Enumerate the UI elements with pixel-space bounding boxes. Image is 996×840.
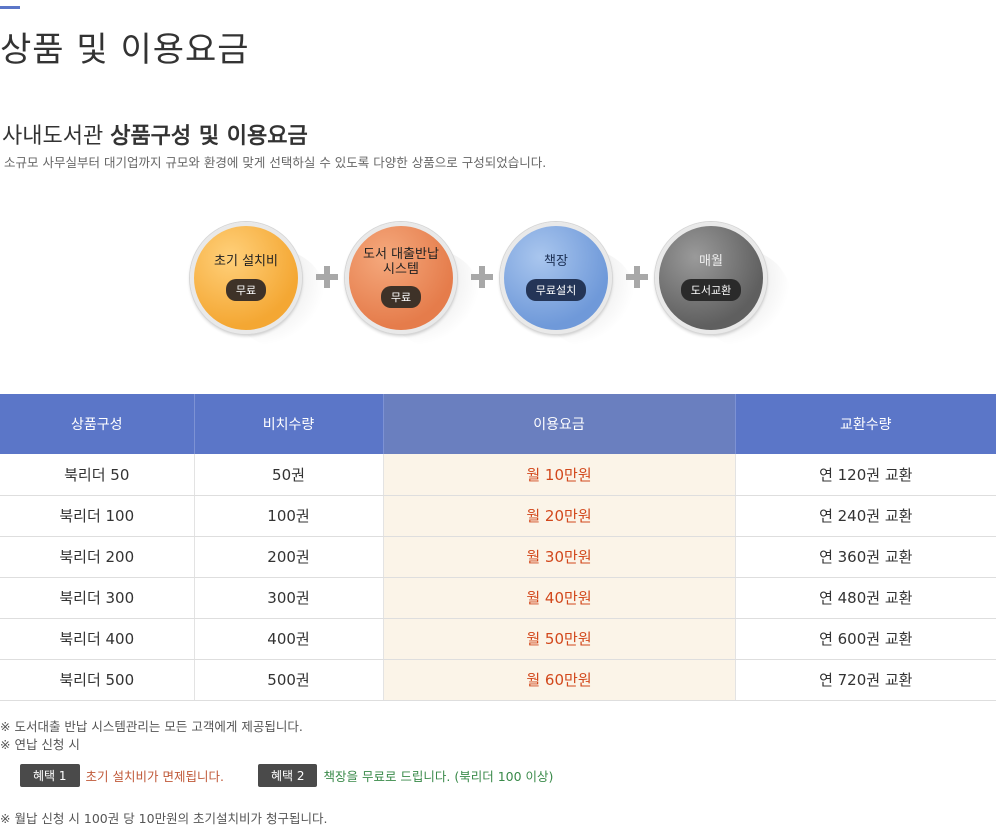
feature-lending-system: 도서 대출반납 시스템 무료 xyxy=(345,222,481,346)
plus-icon xyxy=(316,266,338,288)
cell-product: 북리더 300 xyxy=(0,577,195,619)
title-accent-bar xyxy=(0,6,20,9)
header-product: 상품구성 xyxy=(0,394,195,454)
cell-product: 북리더 200 xyxy=(0,536,195,578)
cell-product: 북리더 100 xyxy=(0,495,195,537)
notes: ※ 도서대출 반납 시스템관리는 모든 고객에게 제공됩니다. ※ 연납 신청 … xyxy=(0,718,303,754)
section-title-bold: 상품구성 및 이용요금 xyxy=(110,124,308,149)
feature-label: 도서 대출반납 시스템 xyxy=(363,246,439,277)
table-row: 북리더 300 300권 월 40만원 연 480권 교환 xyxy=(0,577,996,619)
cell-product: 북리더 400 xyxy=(0,618,195,660)
table-header-row: 상품구성 비치수량 이용요금 교환수량 xyxy=(0,394,996,454)
cell-quantity: 500권 xyxy=(194,659,384,701)
pricing-table: 상품구성 비치수량 이용요금 교환수량 북리더 50 50권 월 10만원 연 … xyxy=(0,394,996,701)
header-quantity: 비치수량 xyxy=(194,394,384,454)
cell-exchange: 연 120권 교환 xyxy=(735,454,996,496)
benefits: 혜택 1 초기 설치비가 면제됩니다. 혜택 2 책장을 무료로 드립니다. (… xyxy=(20,764,553,787)
cell-fee: 월 10만원 xyxy=(383,454,736,496)
table-row: 북리더 500 500권 월 60만원 연 720권 교환 xyxy=(0,659,996,701)
feature-label: 매월 xyxy=(699,254,723,270)
cell-quantity: 200권 xyxy=(194,536,384,578)
note-annual: ※ 연납 신청 시 xyxy=(0,737,80,752)
cell-exchange: 연 720권 교환 xyxy=(735,659,996,701)
cell-fee: 월 20만원 xyxy=(383,495,736,537)
product-features: 초기 설치비 무료 도서 대출반납 시스템 무료 책장 무료설치 매월 도서교환 xyxy=(190,222,830,346)
plus-icon xyxy=(471,266,493,288)
plus-icon xyxy=(626,266,648,288)
cell-quantity: 300권 xyxy=(194,577,384,619)
page-title: 상품 및 이용요금 xyxy=(0,30,250,70)
header-fee: 이용요금 xyxy=(383,394,736,454)
cell-fee: 월 40만원 xyxy=(383,577,736,619)
cell-exchange: 연 360권 교환 xyxy=(735,536,996,578)
feature-bookshelf: 책장 무료설치 xyxy=(500,222,636,346)
feature-badge: 무료 xyxy=(380,286,422,309)
footnote-monthly: ※ 월납 신청 시 100권 당 10만원의 초기설치비가 청구됩니다. xyxy=(0,811,328,826)
feature-circle: 도서 대출반납 시스템 무료 xyxy=(345,222,457,334)
cell-fee: 월 50만원 xyxy=(383,618,736,660)
section-description: 소규모 사무실부터 대기업까지 규모와 환경에 맞게 선택하실 수 있도록 다양… xyxy=(4,155,547,170)
cell-product: 북리더 50 xyxy=(0,454,195,496)
cell-product: 북리더 500 xyxy=(0,659,195,701)
cell-exchange: 연 600권 교환 xyxy=(735,618,996,660)
table-row: 북리더 100 100권 월 20만원 연 240권 교환 xyxy=(0,495,996,537)
feature-label: 책장 xyxy=(544,254,568,270)
feature-circle: 초기 설치비 무료 xyxy=(190,222,302,334)
table-row: 북리더 200 200권 월 30만원 연 360권 교환 xyxy=(0,536,996,578)
feature-badge: 무료설치 xyxy=(525,278,587,301)
benefit1-text: 초기 설치비가 면제됩니다. xyxy=(85,769,224,784)
benefit2-badge: 혜택 2 xyxy=(257,764,318,787)
table-row: 북리더 50 50권 월 10만원 연 120권 교환 xyxy=(0,454,996,496)
benefit2-text: 책장을 무료로 드립니다. (북리더 100 이상) xyxy=(323,769,554,784)
feature-circle: 책장 무료설치 xyxy=(500,222,612,334)
cell-exchange: 연 480권 교환 xyxy=(735,577,996,619)
note-system: ※ 도서대출 반납 시스템관리는 모든 고객에게 제공됩니다. xyxy=(0,719,303,734)
cell-exchange: 연 240권 교환 xyxy=(735,495,996,537)
header-exchange: 교환수량 xyxy=(735,394,996,454)
cell-quantity: 50권 xyxy=(194,454,384,496)
feature-badge: 도서교환 xyxy=(680,278,742,301)
section-title: 사내도서관 상품구성 및 이용요금 xyxy=(2,118,308,150)
benefit1-badge: 혜택 1 xyxy=(20,764,80,787)
feature-label: 초기 설치비 xyxy=(214,254,278,270)
feature-circle: 매월 도서교환 xyxy=(655,222,767,334)
feature-installation: 초기 설치비 무료 xyxy=(190,222,326,346)
cell-quantity: 400권 xyxy=(194,618,384,660)
feature-badge: 무료 xyxy=(225,278,267,301)
table-row: 북리더 400 400권 월 50만원 연 600권 교환 xyxy=(0,618,996,660)
cell-quantity: 100권 xyxy=(194,495,384,537)
cell-fee: 월 30만원 xyxy=(383,536,736,578)
cell-fee: 월 60만원 xyxy=(383,659,736,701)
feature-monthly-exchange: 매월 도서교환 xyxy=(655,222,791,346)
section-title-light: 사내도서관 xyxy=(2,124,104,149)
